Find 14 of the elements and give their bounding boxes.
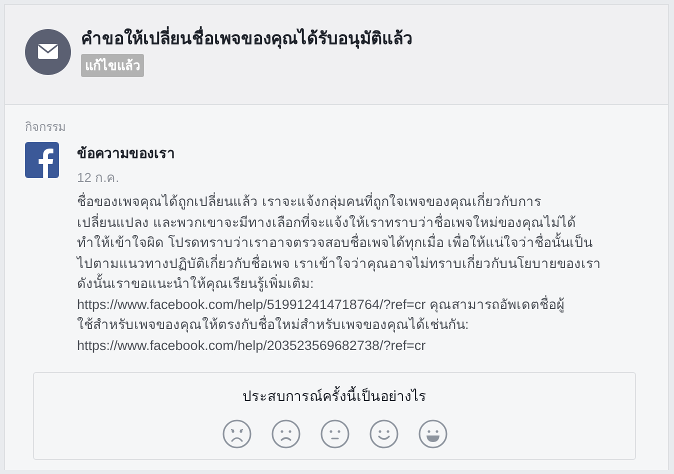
section-label: กิจกรรม [25,119,67,136]
facebook-logo-icon [25,142,59,178]
feedback-question: ประสบการณ์ครั้งนี้เป็นอย่างไร [242,385,426,406]
envelope-icon [25,28,71,74]
smiling-face-icon[interactable] [368,419,398,449]
sad-face-icon[interactable] [270,419,300,449]
edited-tag: แก้ไขแล้ว [81,54,144,77]
notification-title: คำขอให้เปลี่ยนชื่อเพจของคุณได้รับอนุมัติแล้ว [81,24,413,51]
very-sad-face-icon[interactable] [222,419,252,449]
neutral-face-icon[interactable] [320,419,350,449]
grinning-face-icon[interactable] [418,419,448,449]
message-date: 12 ก.ค. [77,169,120,187]
message-text: ชื่อของเพจคุณได้ถูกเปลี่ยนแล้ว เราจะแจ้งกลุ่มคนที่ถูกใจเพจของคุณเกี่ยวกับการ เปลี่ยนแปลง และพวกเขาจะมีทางเลือกที่จะแจ้งให้เราทราบว่าชื่อเพจใหม่ของคุณไม่ได้ ทำให้เข้าใจผิด โปรดทราบว่าเราอาจตรวจสอบชื่อเพจได้ทุกเมื่อ เพื่อให้แน่ใจว่าชื่อนั้นเป็น ไปตามแนวทางปฏิบัติเกี่ยวกับชื่อเพจ เราเข้าใจว่าคุณอาจไม่ทราบเกี่ยวกับนโยบายของเรา ดังนั้นเราขอแนะนำให้คุณเรียนรู้เพิ่มเติม: https://www.facebook.com/help/519912414718764/?ref=cr คุณสามารถอัพเดตชื่อผู้ ใช้สำหรับเพจของคุณให้ตรงกับชื่อใหม่สำหรับเพจของคุณได้เช่นกัน: https://www.facebook.com/help/203523569682738/?ref=cr [77,192,601,355]
sender-name: ข้อความของเรา [77,144,176,163]
